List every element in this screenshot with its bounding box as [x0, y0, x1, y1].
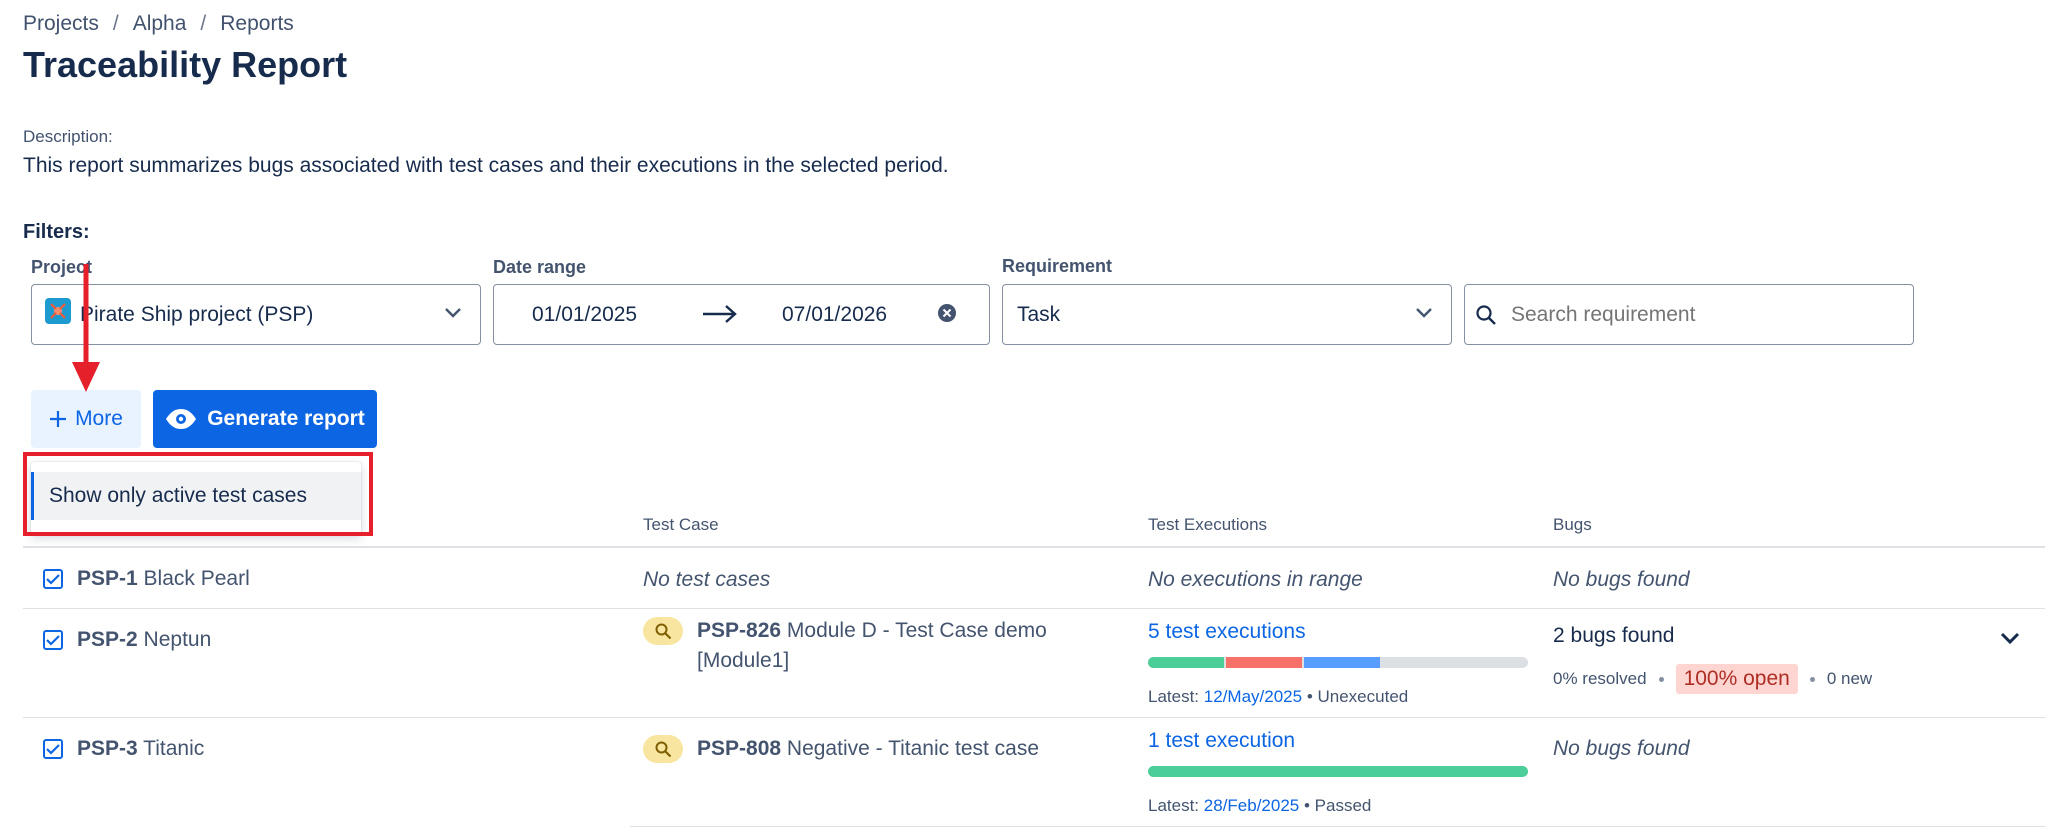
- breadcrumb-projects[interactable]: Projects: [23, 12, 99, 36]
- latest-execution: Latest: 12/May/2025 • Unexecuted: [1148, 687, 1408, 707]
- column-header-test-case: Test Case: [643, 515, 719, 534]
- search-requirement-input[interactable]: [1509, 301, 1893, 328]
- execution-progress-bar: [1148, 766, 1528, 777]
- latest-date-link[interactable]: 12/May/2025: [1204, 687, 1302, 706]
- breadcrumb-separator: /: [112, 12, 119, 35]
- date-start-input[interactable]: 01/01/2025: [532, 303, 637, 327]
- row-divider: [23, 717, 2045, 718]
- checkbox-icon: [43, 569, 63, 589]
- column-header-test-executions: Test Executions: [1148, 515, 1268, 534]
- progress-segment: [1304, 657, 1380, 668]
- test-case-item[interactable]: PSP-826 Module D - Test Case demo [Modul…: [643, 616, 1047, 676]
- description-text: This report summarizes bugs associated w…: [23, 154, 949, 177]
- date-end-input[interactable]: 07/01/2026: [782, 303, 887, 327]
- search-icon: [643, 617, 683, 645]
- checkbox-icon: [43, 630, 63, 650]
- clear-icon[interactable]: [937, 303, 957, 328]
- chevron-down-icon: [444, 306, 462, 324]
- progress-segment: [1148, 657, 1224, 668]
- table-header-divider: [23, 546, 2045, 548]
- latest-label: Latest:: [1148, 687, 1200, 706]
- breadcrumb-alpha[interactable]: Alpha: [133, 12, 187, 36]
- table-row-requirement[interactable]: PSP-2 Neptun: [43, 628, 211, 652]
- requirement-filter-label: Requirement: [1002, 256, 1113, 276]
- chevron-down-icon: [1415, 306, 1433, 324]
- breadcrumb: Projects / Alpha / Reports: [23, 12, 294, 36]
- dropdown-item-show-active-test-cases[interactable]: Show only active test cases: [31, 472, 361, 520]
- new-stat: 0 new: [1826, 669, 1873, 688]
- requirement-key: PSP-1: [77, 567, 138, 590]
- search-requirement-field[interactable]: [1464, 284, 1914, 345]
- generate-report-button[interactable]: Generate report: [153, 390, 377, 448]
- latest-execution: Latest: 28/Feb/2025 • Passed: [1148, 796, 1371, 816]
- search-icon: [643, 735, 683, 763]
- checkbox-icon: [43, 739, 63, 759]
- progress-segment: [1226, 657, 1302, 668]
- breadcrumb-separator: /: [200, 12, 207, 35]
- test-case-name-line2: [Module1]: [697, 649, 790, 672]
- latest-status: Unexecuted: [1317, 687, 1409, 706]
- no-bugs-text: No bugs found: [1553, 568, 1690, 591]
- test-case-key: PSP-808: [697, 737, 782, 760]
- resolved-stat: 0% resolved: [1553, 669, 1647, 688]
- expand-chevron-icon[interactable]: [2000, 632, 2020, 651]
- bullet: •: [1303, 796, 1310, 815]
- execution-progress-bar: [1148, 657, 1528, 668]
- test-executions-link[interactable]: 5 test executions: [1148, 620, 1306, 644]
- bug-stats: 0% resolved 100% open 0 new: [1553, 664, 1872, 694]
- requirement-name: Neptun: [143, 628, 212, 651]
- column-header-bugs: Bugs: [1553, 515, 1592, 534]
- test-case-key: PSP-826: [697, 619, 782, 642]
- search-icon: [1475, 304, 1497, 326]
- requirement-name: Black Pearl: [143, 567, 250, 590]
- more-filters-button[interactable]: More: [31, 390, 141, 448]
- bugs-count: 2 bugs found: [1553, 624, 1675, 647]
- test-case-name: Negative - Titanic test case: [786, 737, 1040, 760]
- description-label: Description:: [23, 127, 113, 146]
- test-executions-link[interactable]: 1 test execution: [1148, 729, 1295, 753]
- no-executions-text: No executions in range: [1148, 568, 1363, 591]
- table-row-requirement[interactable]: PSP-1 Black Pearl: [43, 567, 250, 591]
- requirement-select[interactable]: Task: [1002, 284, 1452, 345]
- date-range-picker[interactable]: 01/01/2025 07/01/2026: [493, 284, 990, 345]
- row-divider: [23, 608, 2045, 609]
- more-button-label: More: [75, 407, 123, 430]
- latest-label: Latest:: [1148, 796, 1200, 815]
- breadcrumb-reports[interactable]: Reports: [220, 12, 294, 36]
- page-title: Traceability Report: [23, 44, 348, 85]
- row-divider: [630, 826, 2045, 827]
- project-select-value: Pirate Ship project (PSP): [80, 302, 314, 326]
- test-case-name: Module D - Test Case demo: [786, 619, 1047, 642]
- bullet: [1658, 676, 1664, 682]
- table-row-requirement[interactable]: PSP-3 Titanic: [43, 737, 204, 761]
- open-lozenge: 100% open: [1675, 664, 1798, 694]
- test-case-item[interactable]: PSP-808 Negative - Titanic test case: [643, 734, 1039, 764]
- requirement-select-value: Task: [1017, 302, 1061, 326]
- requirement-key: PSP-2: [77, 628, 138, 651]
- requirement-name: Titanic: [143, 737, 205, 760]
- plus-icon: [49, 410, 67, 428]
- bullet: [1809, 676, 1815, 682]
- arrow-right-icon: [702, 303, 738, 330]
- eye-icon: [165, 408, 197, 430]
- latest-date-link[interactable]: 28/Feb/2025: [1204, 796, 1299, 815]
- date-range-label: Date range: [493, 257, 587, 277]
- no-test-cases-text: No test cases: [643, 568, 771, 591]
- annotation-arrow-icon: [72, 264, 100, 392]
- progress-segment: [1148, 766, 1528, 777]
- filters-label: Filters:: [23, 221, 90, 243]
- bullet: •: [1306, 687, 1313, 706]
- no-bugs-text: No bugs found: [1553, 737, 1690, 760]
- requirement-key: PSP-3: [77, 737, 138, 760]
- generate-button-label: Generate report: [207, 407, 365, 430]
- latest-status: Passed: [1314, 796, 1372, 815]
